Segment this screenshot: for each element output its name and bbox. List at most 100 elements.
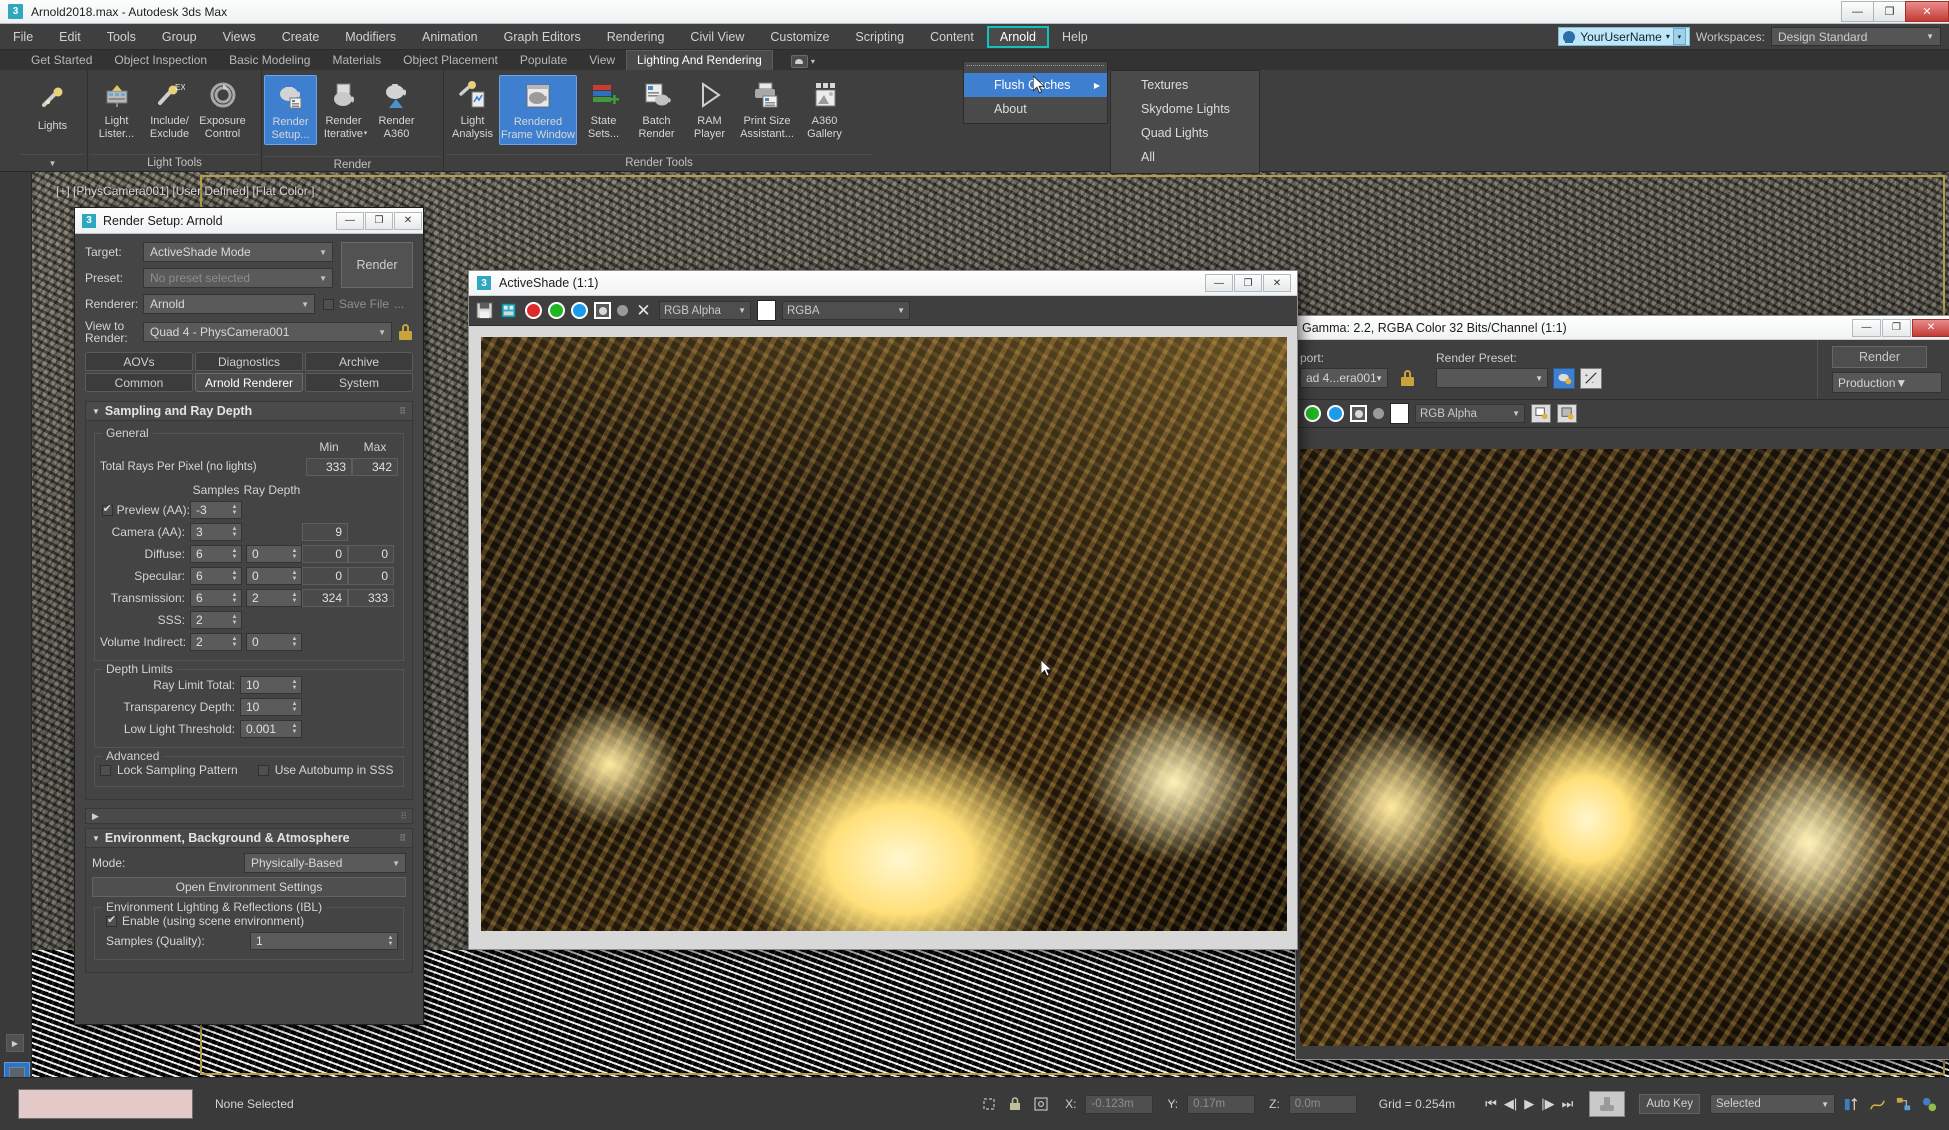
rfw-rendered-image[interactable] [1300,449,1949,1046]
spinner-arrows-icon[interactable]: ▲ ▼ [230,503,239,517]
use-autobump-in-sss-checkbox[interactable] [257,764,269,776]
menu-item-quad-lights[interactable]: Quad Lights [1111,121,1259,145]
menu-item-modifiers[interactable]: Modifiers [332,26,409,48]
absolute-relative-transform-icon[interactable] [1031,1094,1051,1114]
preview-aa-checkbox[interactable] [101,502,113,516]
target-select[interactable]: ActiveShade Mode ▼ [143,242,333,262]
menu-item-views[interactable]: Views [210,26,269,48]
specular-samples-spinner[interactable]: 6 ▲ ▼ [190,567,242,585]
auto-key-button[interactable]: Auto Key [1639,1094,1700,1114]
chevron-down-icon[interactable]: ▼ [49,159,57,168]
chevron-down-icon[interactable]: ▾ [364,128,368,141]
ribbon-button-render-iterative[interactable]: Render Iterative ▾ [317,75,370,156]
clone-icon[interactable] [500,301,519,320]
ribbon-button-light-analysis[interactable]: Light Analysis [446,75,499,143]
monochrome-toggle[interactable] [617,305,628,316]
x-coordinate-field[interactable]: -0.123m [1085,1094,1154,1114]
collapsed-rollup[interactable]: ▶ ⠿ [85,808,413,824]
curve-editor-icon[interactable] [1867,1094,1887,1114]
ribbon-tab-basic-modeling[interactable]: Basic Modeling [218,51,321,70]
lock-sampling-pattern-checkbox[interactable] [100,764,111,776]
diffuse-ray-depth-spinner[interactable]: 0 ▲ ▼ [246,545,302,563]
maximize-button[interactable]: ❐ [1234,274,1262,292]
user-dropdown-button[interactable]: ▾ [1672,28,1686,45]
tab-aovs[interactable]: AOVs [85,352,193,371]
rfw-viewport-select[interactable]: ad 4...era001 ▼ [1300,368,1388,388]
lock-icon[interactable] [399,324,413,340]
ibl-enable-checkbox[interactable] [106,913,117,927]
sss-samples-spinner[interactable]: 2 ▲ ▼ [190,611,242,629]
green-channel-toggle[interactable] [1304,405,1321,422]
ray-limit-total-spinner[interactable]: 10 ▲ ▼ [240,676,302,694]
spinner-arrows-icon[interactable]: ▲ ▼ [230,635,239,649]
menu-item-rendering[interactable]: Rendering [594,26,678,48]
lock-icon[interactable] [1401,370,1415,386]
flush-caches-submenu[interactable]: Textures Skydome Lights Quad Lights All [1110,70,1260,174]
close-button[interactable]: ✕ [1905,1,1949,22]
material-preview-swatch[interactable] [18,1089,193,1119]
ribbon-tab-lighting-and-rendering[interactable]: Lighting And Rendering [626,50,773,70]
menu-item-tools[interactable]: Tools [94,26,149,48]
ribbon-button-light-lister[interactable]: Light Lister... [90,75,143,143]
spinner-arrows-icon[interactable]: ▲ ▼ [290,591,299,605]
ibl-samples-spinner[interactable]: 1 ▲ ▼ [250,932,398,950]
transmission-ray-depth-spinner[interactable]: 2 ▲ ▼ [246,589,302,607]
selection-region-icon[interactable] [979,1094,999,1114]
close-button[interactable]: ✕ [1263,274,1291,292]
tab-diagnostics[interactable]: Diagnostics [195,352,303,371]
menu-item-file[interactable]: File [0,26,46,48]
clone-rendered-frame-icon[interactable] [1531,404,1551,423]
alpha-channel-toggle[interactable] [1350,405,1367,422]
rfw-render-button[interactable]: Render [1832,346,1927,368]
ribbon-button-state-sets[interactable]: State Sets... [577,75,630,143]
menu-item-scripting[interactable]: Scripting [842,26,917,48]
print-image-icon[interactable] [1557,404,1577,423]
key-mode-toggle-button[interactable] [1589,1091,1626,1117]
activeshade-channel-select[interactable]: RGB Alpha ▼ [659,301,751,320]
spinner-arrows-icon[interactable]: ▲ ▼ [230,613,239,627]
play-animation-button[interactable]: ▶ [1524,1096,1534,1112]
blue-channel-toggle[interactable] [571,302,588,319]
ribbon-button-a360-gallery[interactable]: A360 Gallery [798,75,851,143]
background-color-swatch[interactable] [757,300,776,321]
close-button[interactable]: ✕ [1912,318,1949,337]
ribbon-button-render-setup[interactable]: Render Setup... [264,75,317,145]
menu-item-help[interactable]: Help [1049,26,1101,48]
rfw-production-select[interactable]: Production ▼ [1832,372,1942,393]
ribbon-button-lights[interactable]: Lights [25,75,81,136]
menu-item-skydome-lights[interactable]: Skydome Lights [1111,97,1259,121]
activeshade-rendered-image[interactable] [481,337,1287,931]
background-color-swatch[interactable] [1390,403,1409,424]
material-editor-icon[interactable] [1919,1094,1939,1114]
spinner-arrows-icon[interactable]: ▲ ▼ [230,591,239,605]
tab-system[interactable]: System [305,373,413,392]
menu-item-customize[interactable]: Customize [757,26,842,48]
env-mode-select[interactable]: Physically-Based ▼ [244,853,406,873]
render-setup-dialog[interactable]: 3 Render Setup: Arnold — ❐ ✕ Target: Act… [74,207,424,1025]
activeshade-window[interactable]: 3 ActiveShade (1:1) — ❐ ✕ ✕ RGB Alpha ▼ … [468,270,1298,950]
spinner-arrows-icon[interactable]: ▲ ▼ [290,678,299,692]
ribbon-camera-menu-button[interactable]: ▾ [790,55,815,70]
save-icon[interactable] [475,301,494,320]
transparency-depth-spinner[interactable]: 10 ▲ ▼ [240,698,302,716]
minimize-button[interactable]: — [336,211,364,230]
render-button[interactable]: Render [341,242,413,288]
spinner-arrows-icon[interactable]: ▲ ▼ [290,722,299,736]
close-button[interactable]: ✕ [394,211,422,230]
environment-exposure-icon[interactable]: + - [1580,367,1602,389]
go-to-end-button[interactable]: ⏭ [1562,1096,1574,1112]
schematic-view-icon[interactable] [1893,1094,1913,1114]
spinner-arrows-icon[interactable]: ▲ ▼ [290,569,299,583]
activeshade-layer-select[interactable]: RGBA ▼ [782,301,910,320]
ribbon-button-print-size-assistant[interactable]: Print Size Assistant... [736,75,798,143]
menu-item-textures[interactable]: Textures [1111,73,1259,97]
workspace-select[interactable]: Design Standard ▼ [1771,27,1941,46]
menu-item-all[interactable]: All [1111,145,1259,169]
spinner-arrows-icon[interactable]: ▲ ▼ [230,569,239,583]
spinner-arrows-icon[interactable]: ▲ ▼ [290,635,299,649]
menu-item-about[interactable]: About [964,97,1107,121]
menu-item-create[interactable]: Create [269,26,333,48]
rollup-header[interactable]: ▼ Environment, Background & Atmosphere ⠿ [85,828,413,848]
ribbon-tab-object-placement[interactable]: Object Placement [392,51,509,70]
minimize-button[interactable]: — [1852,318,1881,337]
